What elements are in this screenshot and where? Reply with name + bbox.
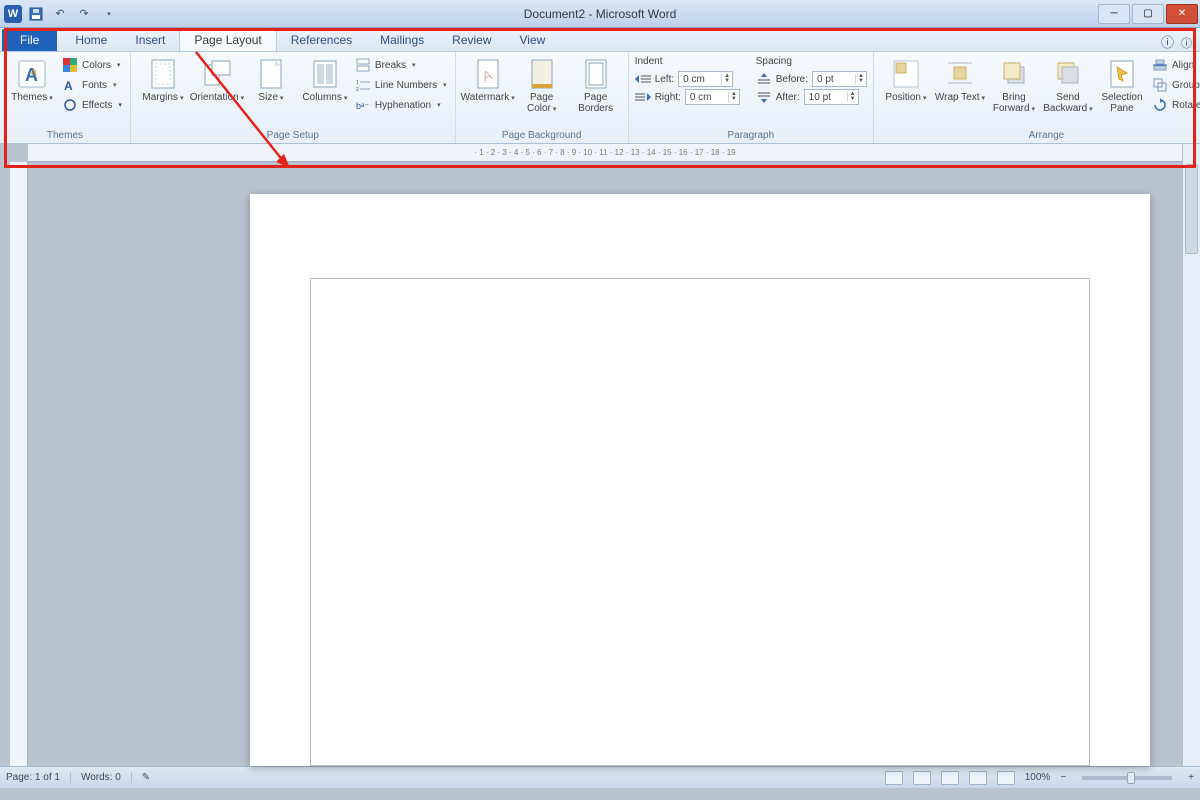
watermark-icon: A — [472, 58, 504, 90]
group-page-background: AWatermark Page Color Page Borders Page … — [456, 52, 629, 143]
view-draft-button[interactable] — [997, 771, 1015, 785]
align-button[interactable]: Align — [1150, 56, 1200, 74]
tab-mailings[interactable]: Mailings — [366, 29, 438, 51]
status-words[interactable]: Words: 0 — [81, 772, 132, 783]
annotation-arrow — [178, 46, 298, 170]
group-arrange: Position Wrap Text Bring Forward Send Ba… — [874, 52, 1200, 143]
minimize-button[interactable]: ─ — [1098, 4, 1130, 24]
save-icon[interactable] — [26, 4, 46, 24]
svg-text:a: a — [31, 67, 37, 78]
group-themes: Aa Themes Colors AFonts Effects Themes — [0, 52, 131, 143]
page-color-icon — [526, 58, 558, 90]
themes-icon: Aa — [16, 58, 48, 90]
fonts-icon: A — [62, 77, 78, 93]
tab-view[interactable]: View — [506, 29, 560, 51]
svg-text:A: A — [64, 79, 73, 92]
indent-left-input[interactable]: 0 cm▲▼ — [678, 71, 733, 87]
effects-icon — [62, 97, 78, 113]
redo-icon[interactable]: ↷ — [74, 4, 94, 24]
fonts-button[interactable]: AFonts — [60, 76, 124, 94]
rotate-button[interactable]: Rotate — [1150, 96, 1200, 114]
tab-insert[interactable]: Insert — [121, 29, 179, 51]
close-button[interactable]: ✕ — [1166, 4, 1198, 24]
themes-button[interactable]: Aa Themes — [6, 54, 58, 103]
group-paragraph: Indent Left:0 cm▲▼ Right:0 cm▲▼ Spacing … — [629, 52, 874, 143]
indent-heading: Indent — [635, 56, 740, 67]
columns-button[interactable]: Columns — [299, 54, 351, 103]
vertical-scrollbar[interactable] — [1182, 144, 1200, 766]
svg-text:1: 1 — [356, 80, 359, 86]
group-button[interactable]: Group — [1150, 76, 1200, 94]
spacing-heading: Spacing — [756, 56, 867, 67]
send-backward-button[interactable]: Send Backward — [1042, 54, 1094, 114]
bring-forward-button[interactable]: Bring Forward — [988, 54, 1040, 114]
app-icon: W — [4, 5, 22, 23]
effects-button[interactable]: Effects — [60, 96, 124, 114]
indent-right-input[interactable]: 0 cm▲▼ — [685, 89, 740, 105]
line-numbers-icon: 12 — [355, 77, 371, 93]
hyphenation-button[interactable]: bᵃ⁻Hyphenation — [353, 96, 449, 114]
spacing-after-icon — [756, 91, 772, 103]
send-backward-icon — [1052, 58, 1084, 90]
selection-pane-icon — [1106, 58, 1138, 90]
statusbar: Page: 1 of 1 Words: 0 ✎ 100% − + — [0, 766, 1200, 788]
bring-forward-icon — [998, 58, 1030, 90]
tab-file[interactable]: File — [2, 29, 57, 51]
proofing-icon[interactable]: ✎ — [142, 772, 150, 783]
group-icon — [1152, 77, 1168, 93]
colors-button[interactable]: Colors — [60, 56, 124, 74]
indent-right-icon — [635, 91, 651, 103]
colors-icon — [62, 57, 78, 73]
document-page[interactable] — [250, 194, 1150, 766]
zoom-in-button[interactable]: + — [1188, 772, 1194, 783]
tab-review[interactable]: Review — [438, 29, 505, 51]
undo-icon[interactable]: ↶ — [50, 4, 70, 24]
page-color-button[interactable]: Page Color — [516, 54, 568, 114]
svg-text:bᵃ⁻: bᵃ⁻ — [356, 101, 369, 111]
align-icon — [1152, 57, 1168, 73]
qat-customize-icon[interactable] — [98, 4, 118, 24]
status-page[interactable]: Page: 1 of 1 — [6, 772, 71, 783]
view-full-screen-button[interactable] — [913, 771, 931, 785]
indent-left-icon — [635, 73, 651, 85]
view-web-layout-button[interactable] — [941, 771, 959, 785]
vertical-ruler[interactable] — [10, 162, 28, 766]
ribbon-minimize-icon[interactable]: ⓘ — [1161, 32, 1174, 51]
zoom-level[interactable]: 100% — [1025, 772, 1051, 783]
selection-pane-button[interactable]: Selection Pane — [1096, 54, 1148, 114]
window-title: Document2 - Microsoft Word — [0, 7, 1200, 21]
columns-icon — [309, 58, 341, 90]
margins-icon — [147, 58, 179, 90]
help-icon[interactable]: ⓘ — [1181, 35, 1192, 51]
page-margin-guides — [310, 278, 1090, 766]
page-borders-icon — [580, 58, 612, 90]
breaks-button[interactable]: Breaks — [353, 56, 449, 74]
view-print-layout-button[interactable] — [885, 771, 903, 785]
position-icon — [890, 58, 922, 90]
line-numbers-button[interactable]: 12Line Numbers — [353, 76, 449, 94]
spacing-before-input[interactable]: 0 pt▲▼ — [812, 71, 867, 87]
maximize-button[interactable]: ▢ — [1132, 4, 1164, 24]
view-outline-button[interactable] — [969, 771, 987, 785]
spacing-after-input[interactable]: 10 pt▲▼ — [804, 89, 859, 105]
svg-text:2: 2 — [356, 87, 359, 92]
wrap-text-button[interactable]: Wrap Text — [934, 54, 986, 103]
zoom-slider[interactable] — [1082, 776, 1172, 780]
rotate-icon — [1152, 97, 1168, 113]
page-borders-button[interactable]: Page Borders — [570, 54, 622, 114]
position-button[interactable]: Position — [880, 54, 932, 103]
document-area: · 1 · 2 · 3 · 4 · 5 · 6 · 7 · 8 · 9 · 10… — [0, 144, 1200, 766]
titlebar: W ↶ ↷ Document2 - Microsoft Word ─ ▢ ✕ — [0, 0, 1200, 28]
watermark-button[interactable]: AWatermark — [462, 54, 514, 103]
tab-home[interactable]: Home — [61, 29, 121, 51]
hyphenation-icon: bᵃ⁻ — [355, 97, 371, 113]
breaks-icon — [355, 57, 371, 73]
wrap-text-icon — [944, 58, 976, 90]
spacing-before-icon — [756, 73, 772, 85]
zoom-out-button[interactable]: − — [1060, 772, 1066, 783]
